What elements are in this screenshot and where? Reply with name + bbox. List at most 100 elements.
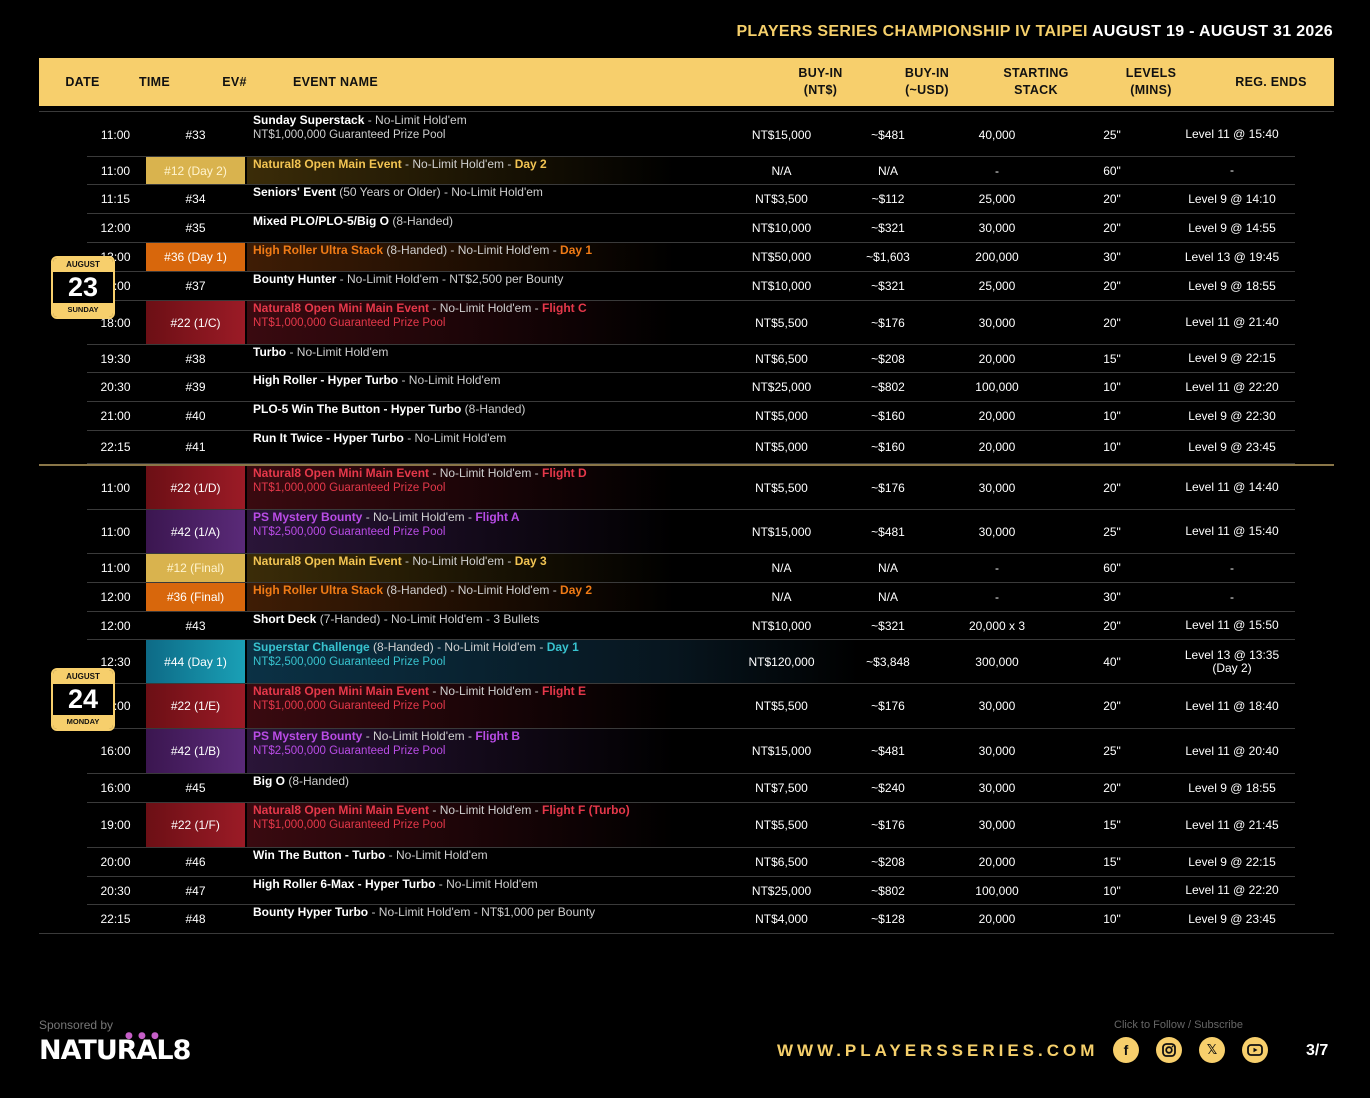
facebook-icon[interactable]: f: [1113, 1037, 1139, 1063]
header-starting-stack: STARTING STACK: [981, 58, 1091, 106]
event-title: Natural8 Open Mini Main Event: [253, 301, 430, 315]
event-number: #41: [185, 440, 206, 454]
event-name-line: PS Mystery Bounty - No-Limit Hold'em - F…: [253, 510, 520, 524]
table-row: 12:00 #36 (Final) High Roller Ultra Stack …: [87, 583, 1295, 612]
table-row: 12:00 #43 Short Deck (7-Handed) - No-Limit…: [87, 612, 1295, 640]
reg-ends-line1: Level 11 @ 15:40: [1185, 127, 1279, 141]
table-row: 20:30 #39 High Roller - Hyper Turbo - No-L…: [87, 373, 1295, 402]
table-row: 15:00 #22 (1/E) Natural8 Open Mini Main Ev…: [87, 684, 1295, 729]
event-format: - No-Limit Hold'em - NT$1,000 per Bounty: [368, 905, 596, 919]
starting-stack: 30,000: [978, 781, 1016, 795]
buyin-usd: ~$481: [871, 524, 905, 539]
starting-stack: -: [995, 163, 999, 178]
buyin-nt: NT$10,000: [751, 221, 812, 235]
event-format: (8-Handed): [389, 214, 454, 228]
reg-ends-line1: Level 9 @ 18:55: [1188, 278, 1276, 293]
reg-ends-line1: -: [1230, 163, 1234, 177]
reg-ends-line1: Level 9 @ 14:55: [1188, 220, 1276, 235]
buyin-usd: ~$481: [871, 744, 905, 758]
header-time: TIME: [138, 74, 171, 89]
buyin-usd: ~$802: [871, 883, 905, 898]
website-link[interactable]: WWW.PLAYERSSERIES.COM: [777, 1041, 1098, 1061]
x-icon[interactable]: 𝕏: [1199, 1037, 1225, 1063]
starting-stack: 30,000: [978, 221, 1016, 235]
event-format: - No-Limit Hold'em: [385, 848, 488, 862]
event-number: #36 (Day 1): [146, 243, 245, 271]
event-title: Short Deck: [253, 612, 317, 626]
buyin-nt: NT$5,000: [755, 409, 808, 423]
page-title: PLAYERS SERIES CHAMPIONSHIP IV TAIPEI AU…: [736, 23, 1333, 41]
header-levels-line1: LEVELS: [1125, 66, 1177, 80]
event-number: #22 (1/E): [146, 684, 245, 728]
event-name-line: Big O (8-Handed): [253, 774, 349, 788]
reg-ends: Level 11 @ 14:40: [1172, 466, 1292, 509]
event-flight: Flight A: [475, 510, 520, 524]
reg-ends: Level 11 @ 15:40: [1172, 510, 1292, 553]
table-row: 11:00 #12 (Day 2) Natural8 Open Main Event…: [87, 157, 1295, 185]
event-time: 20:00: [100, 855, 131, 869]
buyin-usd: ~$176: [871, 818, 905, 832]
buyin-usd: ~$3,848: [866, 654, 910, 669]
event-time: 20:30: [100, 883, 131, 898]
event-time: 11:15: [100, 192, 131, 206]
day-divider: [39, 111, 1334, 112]
reg-ends: Level 11 @ 22:20: [1172, 877, 1292, 904]
header-buyin-nt-line2: (NT$): [803, 83, 838, 97]
level-minutes: 10": [1103, 440, 1121, 454]
table-row: 11:00 #42 (1/A) PS Mystery Bounty - No-Lim…: [87, 510, 1295, 554]
buyin-nt: NT$3,500: [755, 192, 808, 206]
event-format: (8-Handed): [285, 774, 350, 788]
event-name-line: High Roller Ultra Stack (8-Handed) - No-…: [253, 243, 592, 257]
header-reg-ends: REG. ENDS: [1235, 74, 1307, 89]
header-buyin-usd-line2: (~USD): [905, 83, 949, 97]
reg-ends-line1: Level 11 @ 20:40: [1185, 743, 1279, 758]
date-weekday: SUNDAY: [53, 303, 113, 317]
event-name-line: Mixed PLO/PLO-5/Big O (8-Handed): [253, 214, 453, 228]
event-name-line: Natural8 Open Mini Main Event - No-Limit…: [253, 684, 586, 698]
header-date: DATE: [65, 74, 100, 89]
buyin-nt: N/A: [771, 561, 792, 575]
event-flight: Flight D: [542, 466, 587, 480]
event-number: #12 (Day 2): [146, 157, 245, 184]
youtube-icon[interactable]: [1242, 1037, 1268, 1063]
event-guarantee: NT$1,000,000 Guaranteed Prize Pool: [253, 317, 446, 329]
reg-ends: Level 9 @ 22:15: [1172, 345, 1292, 372]
reg-ends-line1: Level 11 @ 21:40: [1185, 315, 1279, 329]
event-name-line: Natural8 Open Main Event - No-Limit Hold…: [253, 554, 547, 568]
header-buyin-nt: BUY-IN (NT$): [768, 58, 873, 106]
buyin-usd: ~$176: [871, 315, 905, 330]
header-ev: EV#: [222, 74, 247, 89]
buyin-usd: ~$321: [871, 221, 905, 235]
starting-stack: 20,000 x 3: [968, 618, 1026, 633]
day-divider: [39, 464, 1334, 466]
event-number: #35: [185, 221, 206, 235]
starting-stack: 30,000: [978, 699, 1016, 713]
event-title: Seniors' Event: [253, 185, 336, 199]
starting-stack: 30,000: [978, 315, 1016, 330]
event-guarantee: NT$2,500,000 Guaranteed Prize Pool: [253, 526, 446, 538]
instagram-icon[interactable]: [1156, 1037, 1182, 1063]
date-day: 24: [53, 684, 113, 715]
event-number: #33: [185, 127, 206, 142]
table-row: 20:00 #46 Win The Button - Turbo - No-Limi…: [87, 848, 1295, 877]
event-title: Natural8 Open Mini Main Event: [253, 803, 430, 817]
event-title: High Roller Ultra Stack: [253, 583, 384, 597]
table-row: 21:00 #40 PLO-5 Win The Button - Hyper Tur…: [87, 402, 1295, 431]
buyin-nt: N/A: [771, 590, 792, 604]
buyin-usd: ~$128: [871, 912, 905, 926]
event-flight: Day 2: [560, 583, 593, 597]
buyin-usd: ~$1,603: [866, 250, 910, 264]
starting-stack: 20,000: [978, 440, 1016, 454]
event-name-line: Turbo - No-Limit Hold'em: [253, 345, 388, 359]
event-format: - No-Limit Hold'em: [398, 373, 501, 387]
level-minutes: 20": [1103, 315, 1121, 330]
reg-ends: Level 11 @ 20:40: [1172, 729, 1292, 773]
event-title: Big O: [253, 774, 285, 788]
table-row: 18:00 #22 (1/C) Natural8 Open Mini Main Ev…: [87, 301, 1295, 345]
buyin-nt: NT$25,000: [751, 883, 812, 898]
reg-ends-line2: (Day 2): [1212, 660, 1252, 675]
reg-ends: -: [1172, 583, 1292, 611]
reg-ends-line1: Level 11 @ 15:50: [1185, 618, 1279, 632]
event-number: #44 (Day 1): [146, 640, 245, 683]
event-flight: Flight B: [475, 729, 520, 743]
